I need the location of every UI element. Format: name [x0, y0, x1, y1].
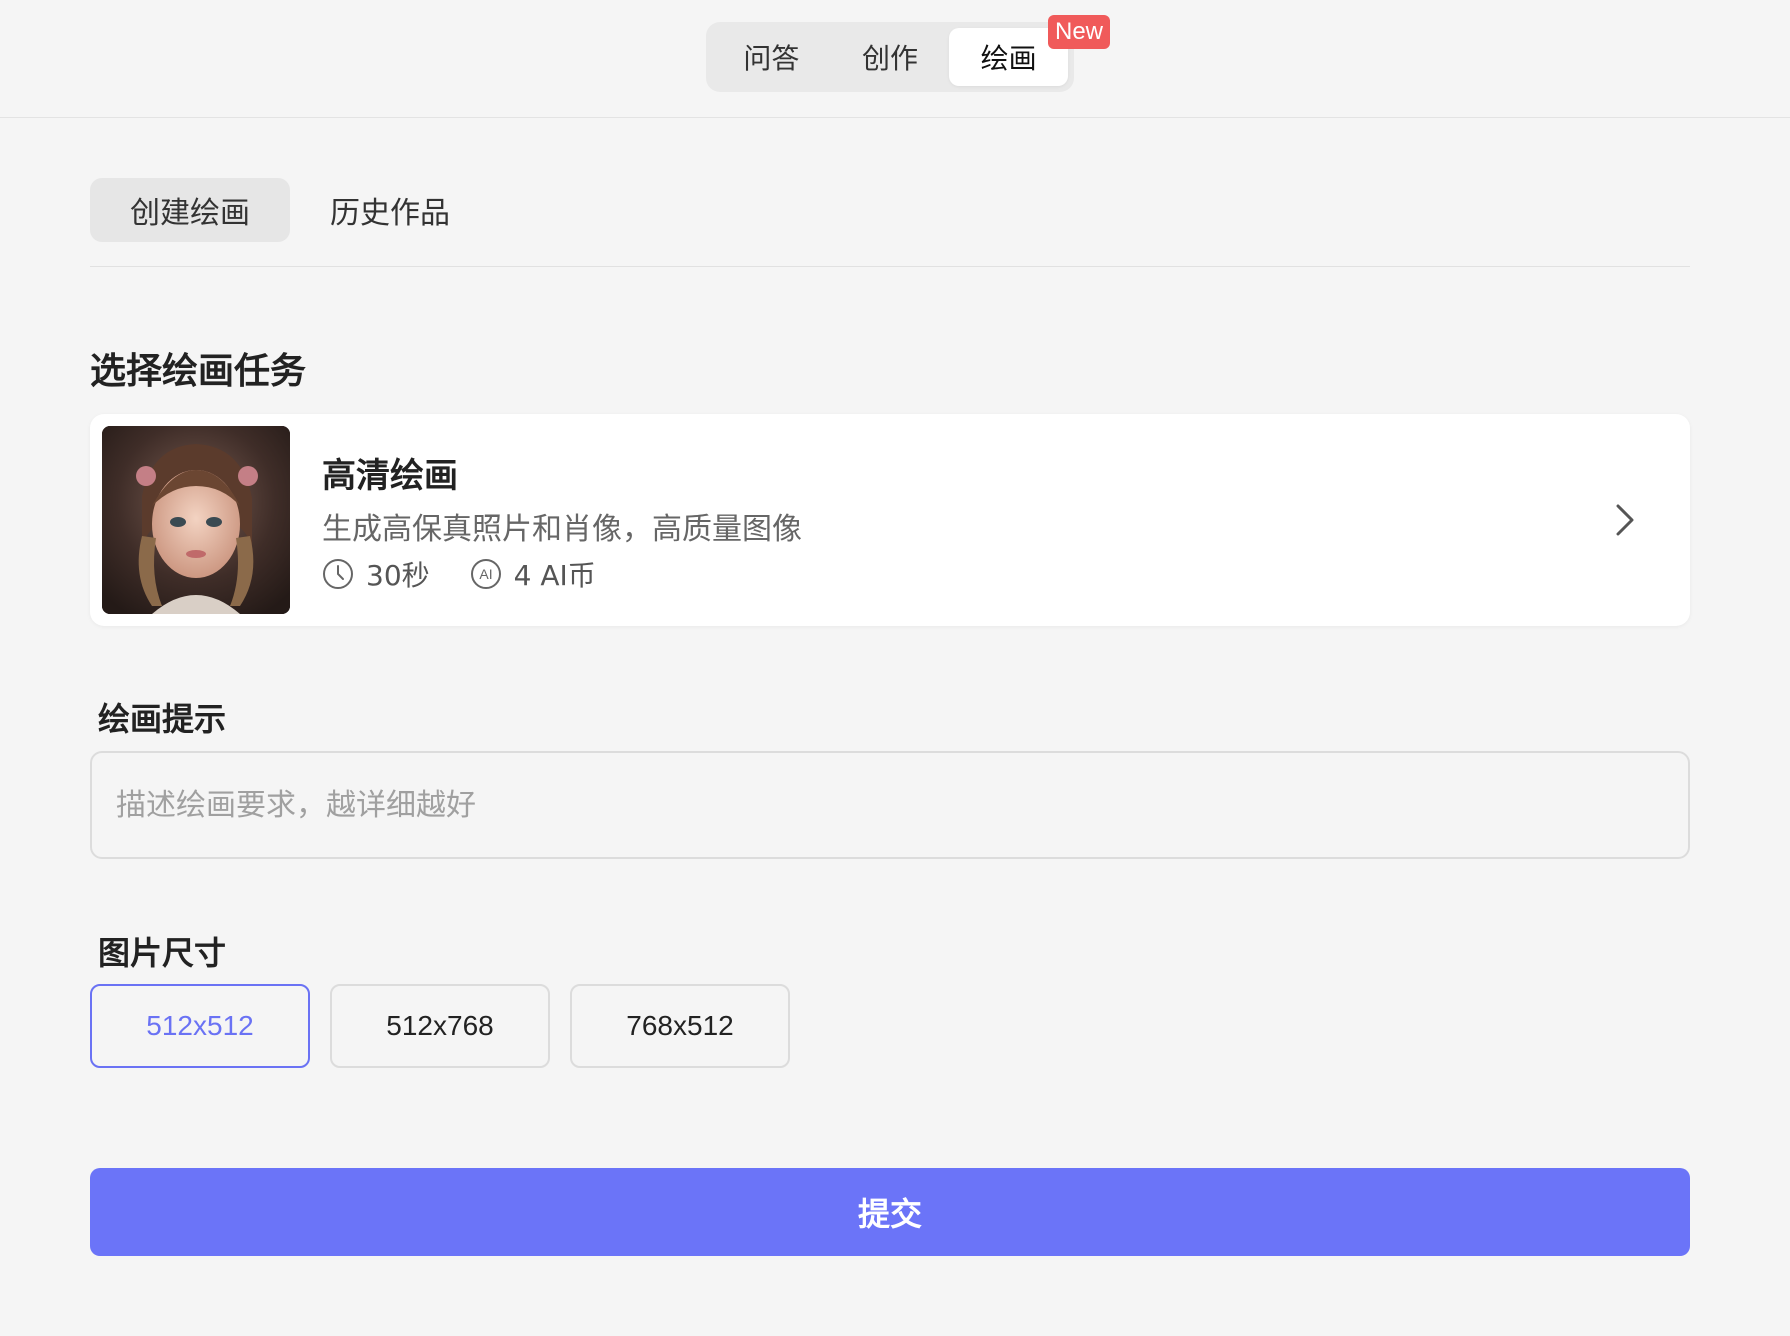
subtab-history[interactable]: 历史作品 — [290, 178, 490, 242]
section-title: 选择绘画任务 — [90, 351, 307, 392]
divider — [90, 266, 1690, 267]
ai-coin-icon: AI — [470, 559, 501, 589]
task-time: 30秒 — [322, 554, 430, 594]
prompt-label: 绘画提示 — [98, 700, 227, 738]
size-option-512x768[interactable]: 512x768 — [330, 984, 550, 1068]
tab-qa[interactable]: 问答 — [712, 28, 831, 86]
task-cost: AI 4 AI币 — [470, 554, 596, 594]
size-option-512x512[interactable]: 512x512 — [90, 984, 310, 1068]
portrait-thumbnail — [102, 426, 290, 614]
task-cost-value: 4 AI币 — [513, 559, 596, 592]
tab-create[interactable]: 创作 — [831, 28, 950, 86]
svg-text:AI: AI — [479, 566, 492, 582]
clock-icon — [323, 559, 353, 589]
task-meta: 30秒 AI 4 AI币 — [322, 554, 636, 594]
new-badge: New — [1048, 15, 1110, 49]
size-option-768x512[interactable]: 768x512 — [570, 984, 790, 1068]
subtab-create-drawing[interactable]: 创建绘画 — [90, 178, 290, 242]
size-options: 512x512 512x768 768x512 — [90, 984, 790, 1068]
mode-switcher: 问答 创作 绘画 — [706, 22, 1074, 92]
task-card-hd-drawing[interactable]: 高清绘画 生成高保真照片和肖像，高质量图像 30秒 AI 4 AI币 — [90, 414, 1690, 626]
top-bar: 问答 创作 绘画 New — [0, 0, 1790, 118]
chevron-right-icon[interactable] — [1612, 500, 1638, 540]
prompt-input[interactable] — [90, 751, 1690, 859]
task-time-value: 30秒 — [366, 559, 430, 592]
task-name: 高清绘画 — [322, 456, 458, 496]
task-description: 生成高保真照片和肖像，高质量图像 — [322, 512, 802, 547]
submit-button[interactable]: 提交 — [90, 1168, 1690, 1256]
sub-tabs: 创建绘画 历史作品 — [90, 178, 490, 242]
size-label: 图片尺寸 — [98, 934, 227, 972]
